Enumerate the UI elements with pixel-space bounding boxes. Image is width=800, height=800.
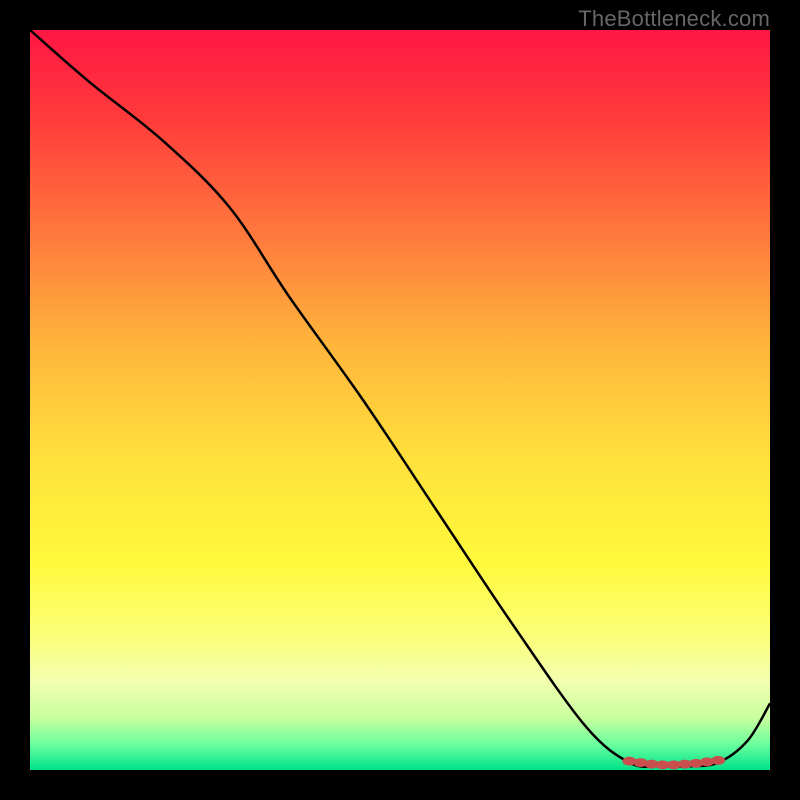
plot-area <box>30 30 770 770</box>
marker-point <box>711 756 725 765</box>
gradient-background <box>30 30 770 770</box>
chart-svg <box>30 30 770 770</box>
chart-frame: TheBottleneck.com <box>0 0 800 800</box>
watermark-text: TheBottleneck.com <box>578 6 770 32</box>
